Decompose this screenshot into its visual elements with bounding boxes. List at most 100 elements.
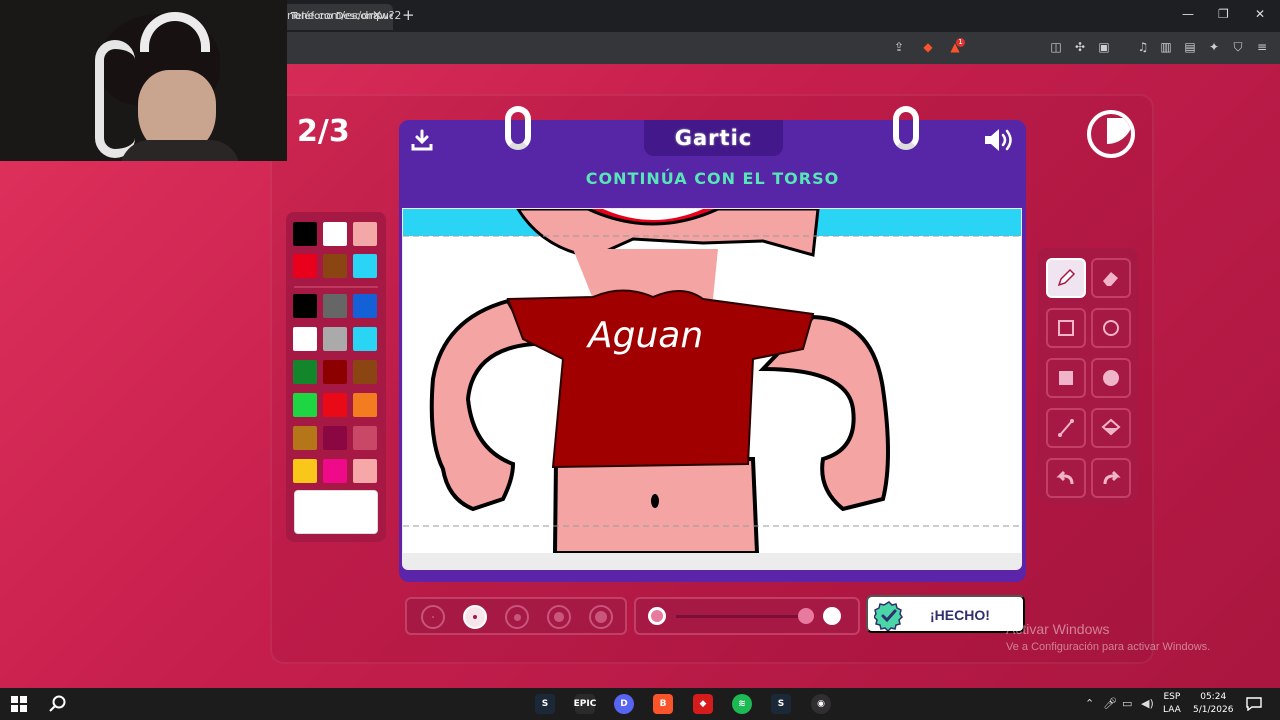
color-swatch[interactable] <box>353 360 377 384</box>
leo-ai-icon[interactable]: ✦ <box>1206 39 1222 55</box>
media-icon[interactable]: ♫ <box>1135 39 1151 55</box>
keyboard-layout: LAA <box>1163 705 1181 715</box>
volume-icon[interactable]: ◀) <box>1141 697 1154 710</box>
circle-filled-icon <box>1103 370 1119 386</box>
opacity-track[interactable] <box>676 615 806 618</box>
webcam-body <box>120 140 240 161</box>
opacity-slider-handle[interactable] <box>798 608 814 624</box>
redo-icon <box>1103 470 1121 485</box>
color-swatch[interactable] <box>293 327 317 351</box>
brush-size-dot <box>472 614 478 620</box>
maximize-button[interactable]: ❐ <box>1218 7 1229 21</box>
epic-games-icon[interactable]: EPIC <box>574 694 596 714</box>
notifications-icon[interactable] <box>1246 697 1262 711</box>
check-badge-icon <box>874 601 903 631</box>
brush-size-option[interactable] <box>463 605 487 629</box>
done-label: ¡HECHO! <box>930 607 990 623</box>
circle-outline-icon <box>1103 320 1119 336</box>
sidebar-icon[interactable]: ▥ <box>1158 39 1174 55</box>
color-swatch[interactable] <box>323 327 347 351</box>
tray-chevron-icon[interactable]: ⌃ <box>1085 697 1094 710</box>
rectangle-filled-icon <box>1059 371 1073 385</box>
minimize-button[interactable]: — <box>1182 7 1194 21</box>
language-indicator[interactable]: ESP LAA <box>1163 691 1181 717</box>
color-swatch[interactable] <box>353 426 377 450</box>
discord-icon[interactable]: D <box>614 694 634 714</box>
activation-watermark-subtitle: Ve a Configuración para activar Windows. <box>1006 641 1211 653</box>
tool-rectangle-outline[interactable] <box>1046 308 1086 348</box>
brush-size-option[interactable] <box>505 605 529 629</box>
color-swatch[interactable] <box>293 426 317 450</box>
tool-eraser[interactable] <box>1091 258 1131 298</box>
color-swatch[interactable] <box>353 327 377 351</box>
share-icon[interactable]: ⇪ <box>891 39 907 55</box>
color-swatch[interactable] <box>293 393 317 417</box>
network-icon[interactable]: ▭ <box>1122 697 1132 710</box>
brush-size-dot <box>595 611 607 623</box>
brave-shield-icon[interactable]: ◆ <box>920 39 936 55</box>
color-swatch[interactable] <box>353 294 377 318</box>
new-tab-button[interactable]: + <box>402 6 415 24</box>
wallet-icon[interactable]: ▤ <box>1182 39 1198 55</box>
clock-date: 5/1/2026 <box>1193 705 1234 715</box>
done-button[interactable]: ¡HECHO! <box>866 595 1025 633</box>
vpn-icon[interactable]: ⛉ <box>1230 39 1246 55</box>
brave-icon[interactable]: B <box>653 694 673 714</box>
color-swatch[interactable] <box>323 254 347 278</box>
color-swatch[interactable] <box>323 360 347 384</box>
spotify-icon[interactable]: ≋ <box>732 694 752 714</box>
shirt-text: Aguan <box>586 315 703 356</box>
extension-icon[interactable]: ◫ <box>1048 39 1064 55</box>
color-swatch[interactable] <box>353 459 377 483</box>
steam-icon[interactable]: S <box>771 694 791 714</box>
color-swatch[interactable] <box>323 222 347 246</box>
drawing-canvas[interactable]: Aguan <box>403 209 1021 553</box>
color-swatch[interactable] <box>293 360 317 384</box>
line-icon <box>1058 419 1074 437</box>
tool-circle-filled[interactable] <box>1091 358 1131 398</box>
rectangle-outline-icon <box>1058 320 1074 336</box>
gartic-logo: Gartic <box>644 120 783 156</box>
download-icon[interactable] <box>410 128 434 152</box>
brush-size-option[interactable] <box>589 605 613 629</box>
steam-icon[interactable]: S <box>535 694 555 714</box>
current-color-swatch[interactable] <box>294 490 378 534</box>
brush-size-option[interactable] <box>547 605 571 629</box>
color-swatch[interactable] <box>293 459 317 483</box>
color-swatch[interactable] <box>293 254 317 278</box>
anydesk-icon[interactable]: ◆ <box>693 694 713 714</box>
binder-ring-left <box>505 106 531 150</box>
menu-icon[interactable]: ≡ <box>1254 39 1270 55</box>
puzzle-icon[interactable]: ✣ <box>1072 39 1088 55</box>
neck <box>573 249 718 299</box>
language-code: ESP <box>1163 692 1181 702</box>
url-field[interactable]: none.com/es/draw?2 <box>287 9 401 22</box>
color-swatch[interactable] <box>323 294 347 318</box>
color-swatch[interactable] <box>353 254 377 278</box>
windows-start-icon[interactable] <box>11 696 27 712</box>
tool-redo[interactable] <box>1091 458 1131 498</box>
color-swatch[interactable] <box>293 222 317 246</box>
tool-fill-bucket[interactable] <box>1091 408 1131 448</box>
close-window-button[interactable]: ✕ <box>1255 7 1265 21</box>
search-icon[interactable] <box>49 695 67 713</box>
color-swatch[interactable] <box>353 393 377 417</box>
screenshot-icon[interactable]: ▣ <box>1096 39 1112 55</box>
color-swatch[interactable] <box>323 426 347 450</box>
color-swatch[interactable] <box>323 459 347 483</box>
microphone-icon[interactable]: 🎤︎ <box>1103 697 1117 710</box>
brush-size-dot <box>554 612 564 622</box>
tool-rectangle-filled[interactable] <box>1046 358 1086 398</box>
tool-pencil[interactable] <box>1046 258 1086 298</box>
color-swatch[interactable] <box>323 393 347 417</box>
obs-icon[interactable]: ◉ <box>811 694 831 714</box>
tool-circle-outline[interactable] <box>1091 308 1131 348</box>
clock[interactable]: 05:24 5/1/2026 <box>1193 691 1233 717</box>
color-swatch[interactable] <box>293 294 317 318</box>
navel <box>651 494 659 508</box>
color-swatch[interactable] <box>353 222 377 246</box>
brush-size-option[interactable] <box>421 605 445 629</box>
tool-undo[interactable] <box>1046 458 1086 498</box>
sound-icon[interactable] <box>983 127 1015 153</box>
tool-line[interactable] <box>1046 408 1086 448</box>
